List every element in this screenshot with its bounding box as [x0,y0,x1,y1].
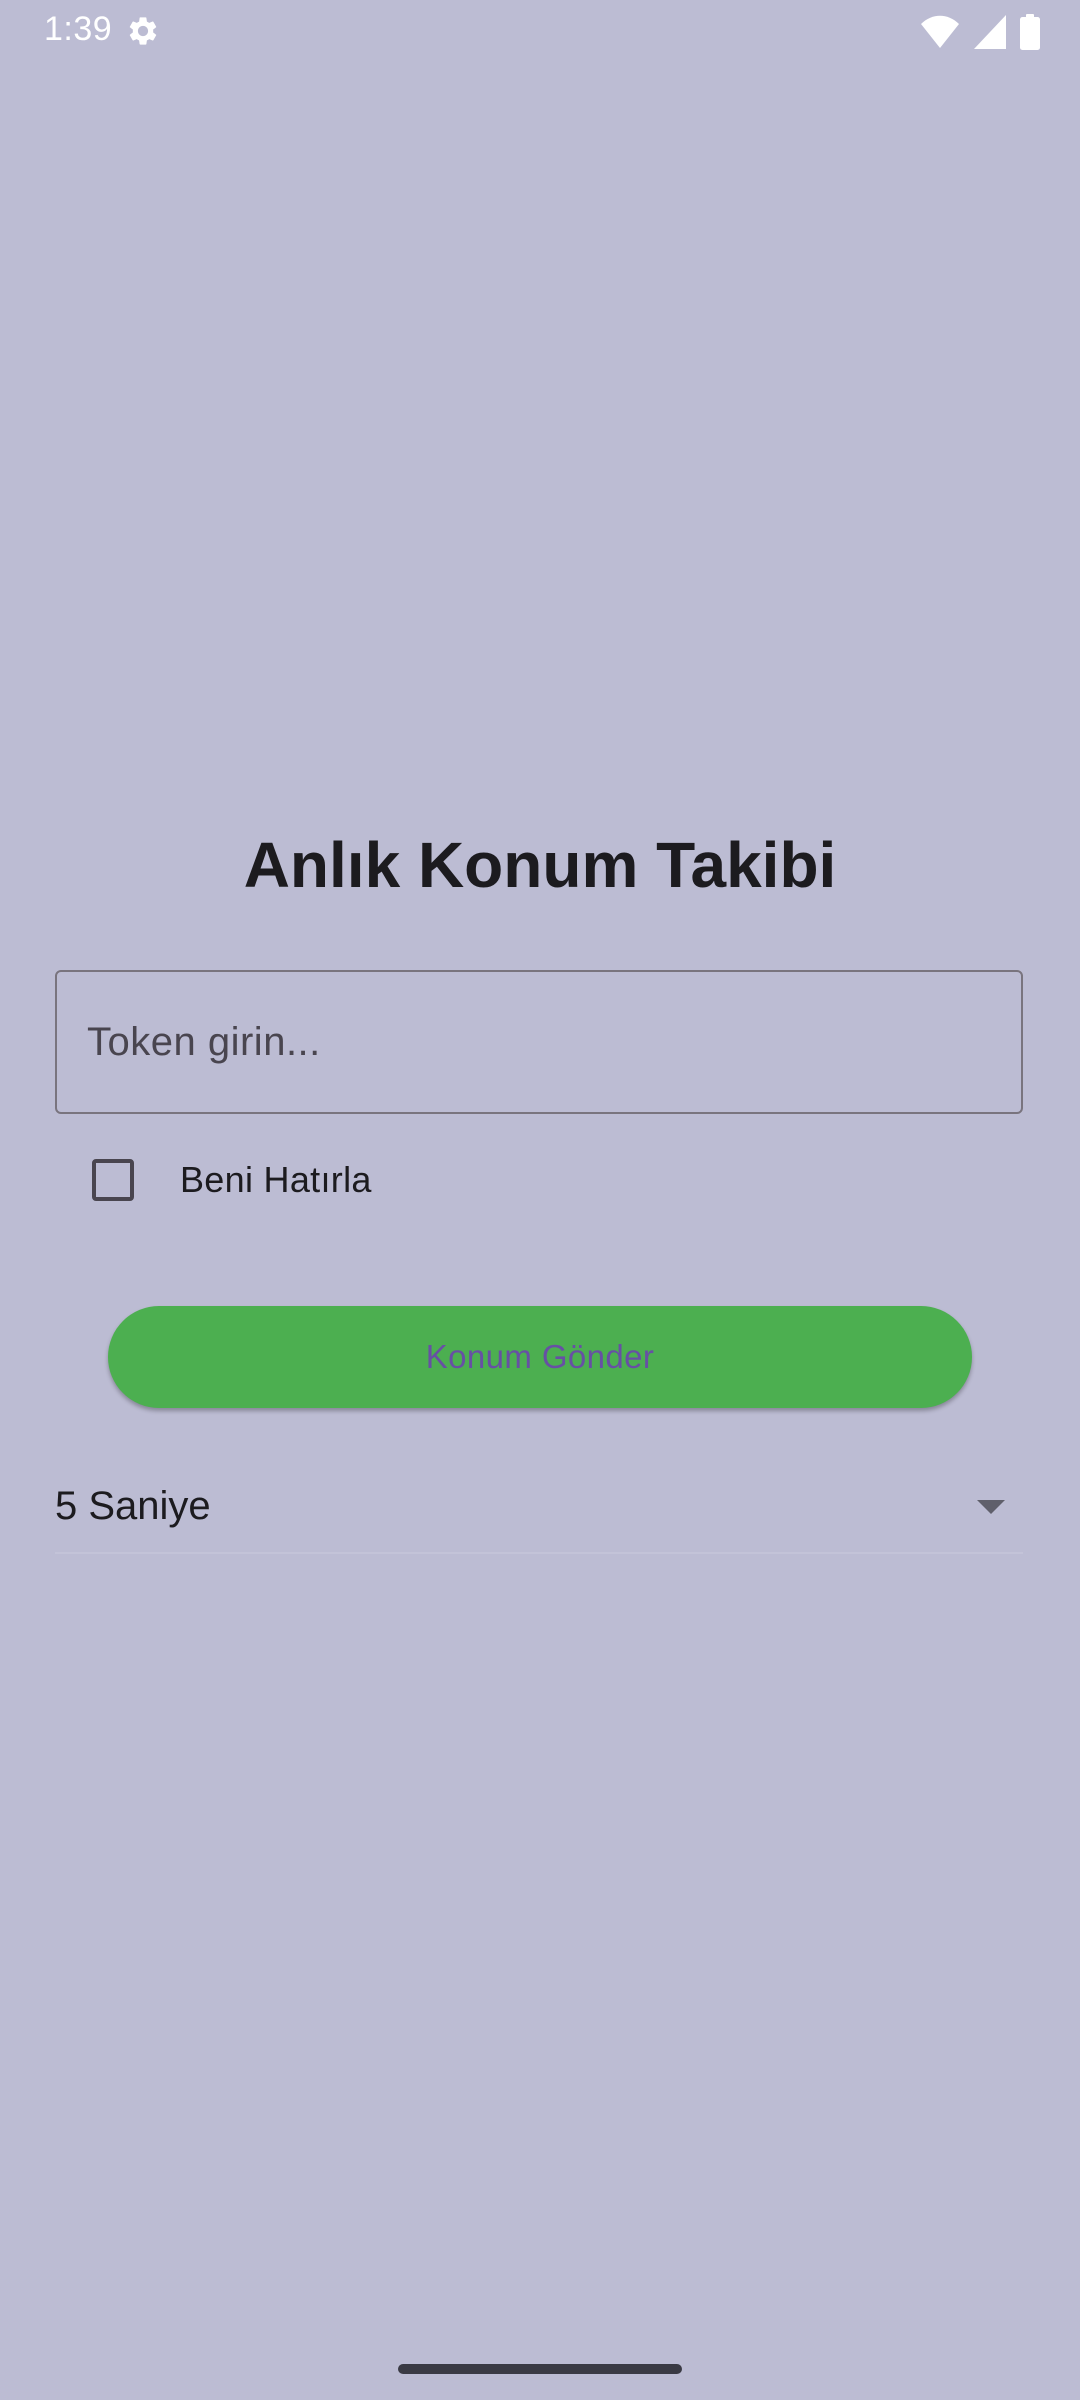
token-field[interactable] [55,970,1023,1114]
screen: 1:39 Anlık Konum Takibi Token girin... B… [0,0,1080,2400]
remember-me-checkbox[interactable] [92,1159,134,1201]
token-input[interactable] [87,972,987,1112]
send-location-button-label: Konum Gönder [425,1338,655,1375]
status-bar: 1:39 [0,0,1080,62]
remember-me-row[interactable]: Beni Hatırla [92,1155,372,1205]
interval-dropdown-value: 5 Saniye [55,1484,211,1528]
remember-me-label: Beni Hatırla [180,1159,372,1200]
gear-icon [126,14,160,48]
status-time: 1:39 [44,10,113,48]
status-icons [920,14,1040,50]
page-title: Anlık Konum Takibi [243,829,837,901]
home-indicator[interactable] [398,2364,682,2374]
interval-dropdown[interactable]: 5 Saniye [55,1470,1023,1554]
dropdown-arrow-icon [977,1500,1005,1514]
battery-icon [1020,14,1040,50]
signal-icon [974,15,1006,49]
wifi-icon [920,15,960,49]
send-location-button[interactable]: Konum Gönder [108,1306,972,1408]
